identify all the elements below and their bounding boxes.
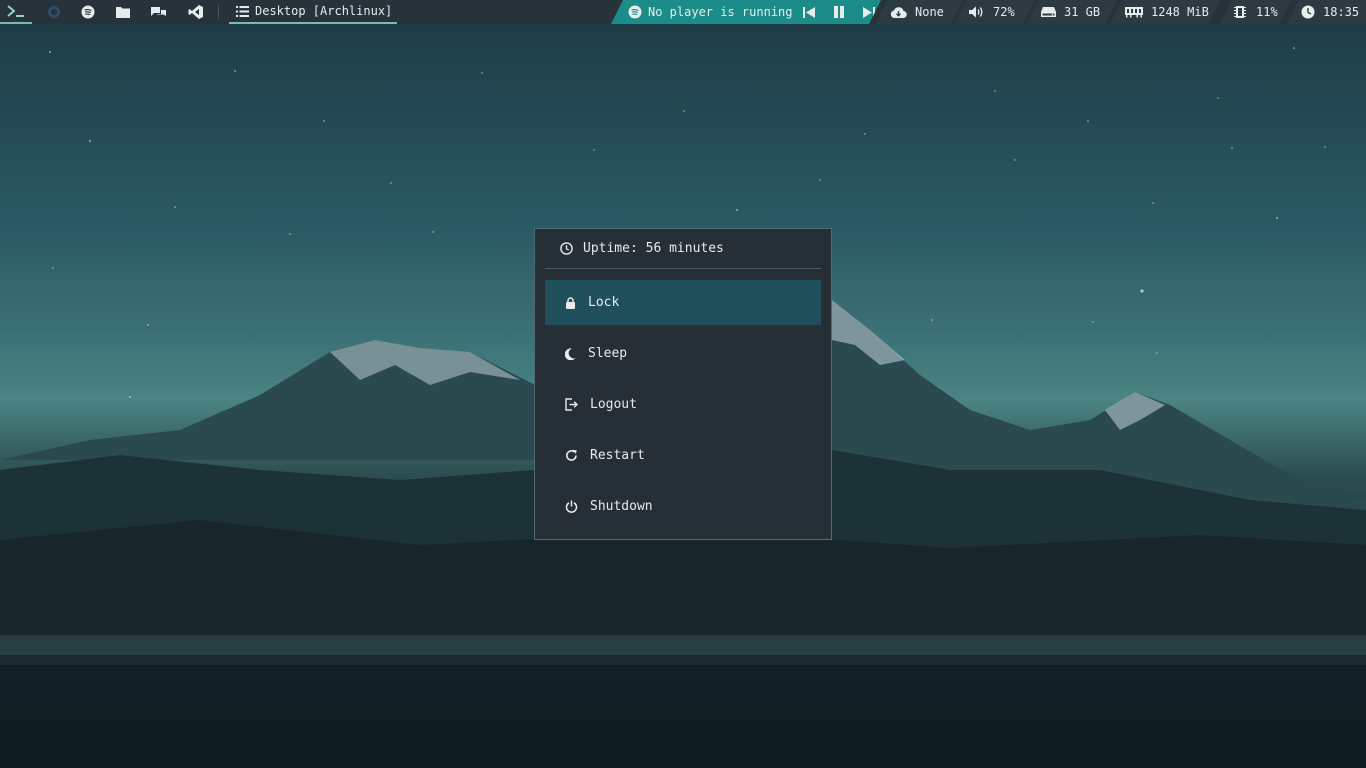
disk-value: 31 GB — [1064, 5, 1101, 19]
logout-button[interactable]: Logout — [545, 382, 821, 427]
disk-icon — [1041, 6, 1056, 18]
volume-icon — [969, 6, 985, 18]
updates-module[interactable]: None — [875, 0, 963, 24]
volume-module[interactable]: 72% — [955, 0, 1035, 24]
shutdown-label: Shutdown — [590, 499, 653, 514]
next-icon[interactable] — [863, 7, 875, 18]
memory-value: 1248 MiB — [1151, 5, 1209, 19]
sleep-button[interactable]: Sleep — [545, 331, 821, 376]
media-status-text: No player is running — [648, 5, 793, 19]
cpu-module[interactable]: 11% — [1220, 0, 1292, 24]
updates-value: None — [915, 5, 944, 19]
folder-icon[interactable] — [111, 0, 135, 24]
terminal-icon[interactable] — [0, 0, 32, 24]
power-menu: Uptime: 56 minutes Lock Sleep Logout Res… — [534, 228, 832, 540]
disk-module[interactable]: 31 GB — [1027, 0, 1117, 24]
power-icon — [565, 500, 578, 513]
lock-label: Lock — [588, 295, 620, 310]
pause-icon[interactable] — [833, 6, 845, 18]
lock-icon — [566, 296, 575, 309]
window-title-text: Desktop [Archlinux] — [255, 4, 393, 18]
chat-icon[interactable] — [146, 0, 170, 24]
window-title[interactable]: Desktop [Archlinux] — [229, 0, 397, 24]
lock-button[interactable]: Lock — [545, 280, 821, 325]
memory-icon — [1125, 6, 1143, 18]
previous-icon[interactable] — [803, 7, 815, 18]
logout-label: Logout — [590, 397, 637, 412]
clock-icon — [560, 242, 573, 255]
cpu-value: 11% — [1256, 5, 1278, 19]
moon-icon — [565, 347, 576, 360]
cloud-download-icon — [890, 6, 907, 19]
spotify-icon — [628, 5, 642, 19]
clock-value: 18:35 — [1323, 5, 1360, 19]
restart-icon — [566, 449, 577, 461]
logout-icon — [565, 398, 578, 411]
cpu-icon — [1234, 5, 1246, 19]
vscode-icon[interactable] — [184, 0, 208, 24]
firefox-icon[interactable] — [42, 0, 66, 24]
restart-label: Restart — [590, 448, 645, 463]
memory-module[interactable]: 1248 MiB — [1110, 0, 1220, 24]
volume-value: 72% — [993, 5, 1015, 19]
shutdown-button[interactable]: Shutdown — [545, 484, 821, 529]
media-player-module[interactable]: No player is running — [611, 0, 881, 24]
spotify-icon[interactable] — [76, 0, 100, 24]
restart-button[interactable]: Restart — [545, 433, 821, 478]
list-icon — [236, 5, 249, 17]
sleep-label: Sleep — [588, 346, 628, 361]
uptime-text: Uptime: 56 minutes — [583, 241, 724, 256]
clock-icon — [1301, 5, 1315, 19]
top-bar: Desktop [Archlinux] No player is running… — [0, 0, 1366, 24]
separator — [218, 5, 219, 19]
uptime-row: Uptime: 56 minutes — [545, 229, 821, 269]
clock-module[interactable]: 18:35 — [1287, 0, 1366, 24]
